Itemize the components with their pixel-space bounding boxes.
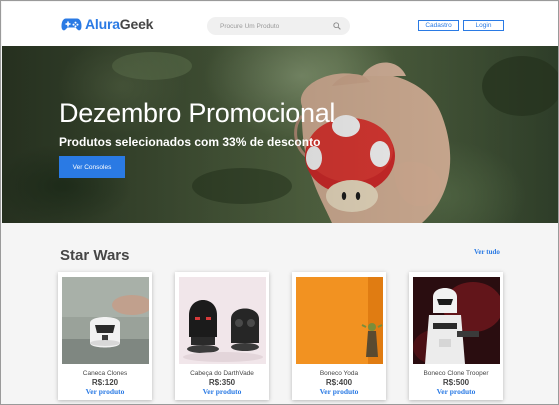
- logo-text: AluraGeek: [85, 16, 153, 32]
- product-price: R$:120: [91, 378, 119, 387]
- section-title: Star Wars: [60, 247, 130, 264]
- gamepad-icon: [61, 17, 82, 32]
- view-product-link[interactable]: Ver produto: [409, 387, 503, 396]
- product-price: R$:350: [208, 378, 236, 387]
- signup-button[interactable]: Cadastro: [418, 20, 459, 31]
- product-card[interactable]: Boneco Yoda R$:400 Ver produto: [292, 272, 386, 400]
- logo-text-geek: Geek: [119, 16, 154, 32]
- login-button[interactable]: Login: [463, 20, 504, 31]
- product-image[interactable]: [413, 277, 500, 364]
- product-name: Boneco Yoda: [319, 370, 359, 377]
- product-name: Caneca Clones: [82, 370, 128, 377]
- see-all-link[interactable]: Ver tudo: [474, 248, 500, 256]
- product-image[interactable]: [179, 277, 266, 364]
- view-consoles-button[interactable]: Ver Consoles: [59, 156, 125, 178]
- logo[interactable]: AluraGeek: [61, 16, 153, 32]
- search-placeholder: Procure Um Produto: [220, 22, 280, 30]
- product-image[interactable]: [296, 277, 383, 364]
- site-header: AluraGeek Procure Um Produto Cadastro Lo…: [2, 2, 558, 46]
- hero-subtitle: Produtos selecionados com 33% de descont…: [59, 135, 321, 149]
- hero-title: Dezembro Promocional: [59, 98, 336, 128]
- product-price: R$:400: [325, 378, 353, 387]
- product-card[interactable]: Boneco Clone Trooper R$:500 Ver produto: [409, 272, 503, 400]
- view-product-link[interactable]: Ver produto: [292, 387, 386, 396]
- product-name: Boneco Clone Trooper: [423, 370, 489, 377]
- logo-text-alura: Alura: [85, 16, 120, 32]
- view-product-link[interactable]: Ver produto: [175, 387, 269, 396]
- product-image[interactable]: [62, 277, 149, 364]
- search-input[interactable]: Procure Um Produto: [207, 17, 350, 35]
- product-card[interactable]: Cabeça do DarthVade R$:350 Ver produto: [175, 272, 269, 400]
- page: AluraGeek Procure Um Produto Cadastro Lo…: [0, 0, 559, 405]
- view-product-link[interactable]: Ver produto: [58, 387, 152, 396]
- product-name: Cabeça do DarthVade: [190, 370, 254, 377]
- product-card[interactable]: Caneca Clones R$:120 Ver produto: [58, 272, 152, 400]
- hero-banner: Dezembro Promocional Produtos selecionad…: [2, 46, 558, 223]
- search-icon[interactable]: [333, 17, 341, 35]
- product-price: R$:500: [442, 378, 470, 387]
